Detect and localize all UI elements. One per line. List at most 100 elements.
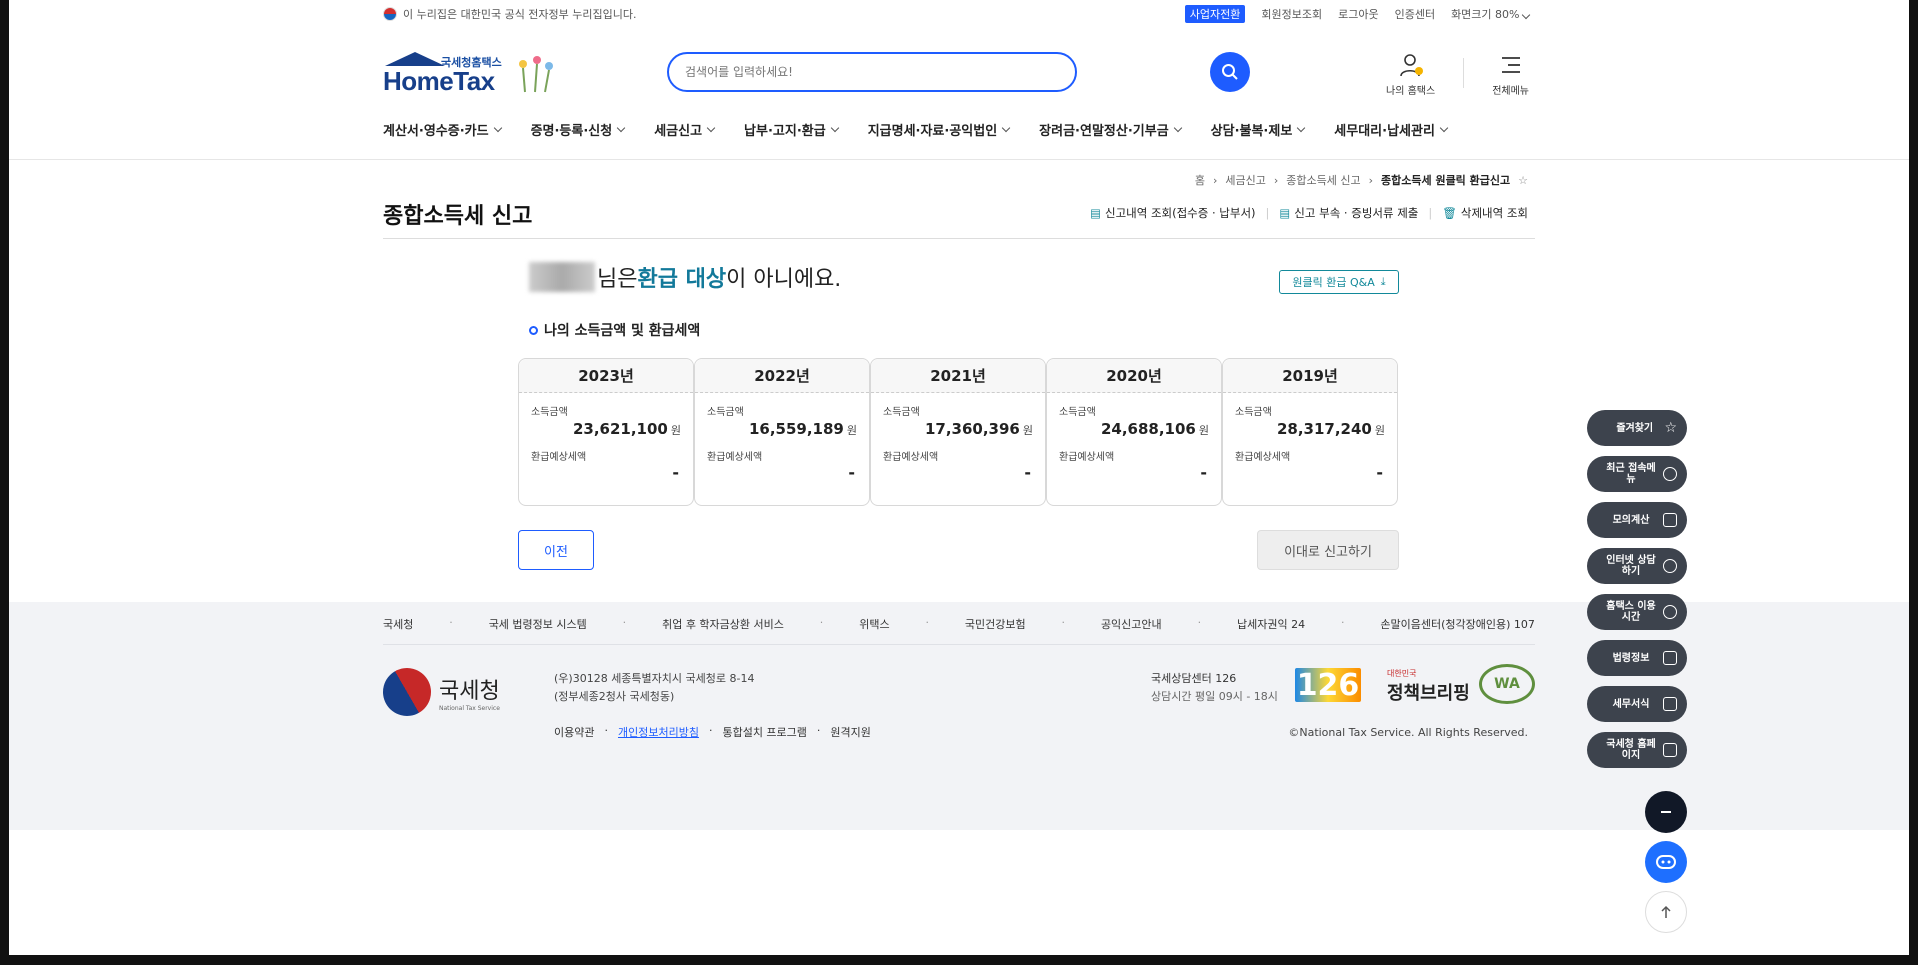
web-accessibility-badge: WA [1479, 664, 1535, 704]
gnb-item-incentive[interactable]: 장려금·연말정산·기부금 [1039, 120, 1182, 139]
policy-briefing-logo[interactable]: 대한민국 정책브리핑 [1387, 668, 1470, 705]
nts-name: 국세청 [439, 678, 500, 704]
refund-qa-button[interactable]: 원클릭 환급 Q&A ⤓ [1279, 270, 1399, 294]
terms-link[interactable]: 이용약관 [554, 724, 594, 740]
breadcrumb-l1[interactable]: 세금신고 [1225, 172, 1265, 188]
section-title: 나의 소득금액 및 환급세액 [529, 320, 700, 340]
deleted-history-label: 삭제내역 조회 [1460, 206, 1528, 220]
gnb-item-payment[interactable]: 납부·고지·환급 [744, 120, 839, 139]
report-history-link[interactable]: ▤ 신고내역 조회(접수증 · 납부서) [1090, 205, 1255, 221]
call-center-info: 국세상담센터 126 상담시간 평일 09시 - 18시 [1151, 670, 1278, 706]
scroll-top-button[interactable] [1645, 891, 1687, 933]
korea-flag-icon [383, 7, 397, 21]
policy-small: 대한민국 [1387, 669, 1417, 678]
gov-util-bar: 이 누리집은 대한민국 공식 전자정부 누리집입니다. 사업자전환 회원정보조회… [9, 0, 1909, 26]
footer-link[interactable]: 공익신고안내 [1101, 616, 1162, 632]
business-switch-button[interactable]: 사업자전환 [1184, 5, 1246, 23]
nts-logo: 국세청 National Tax Service [374, 659, 500, 725]
unit: 원 [1198, 424, 1209, 437]
income-amount: 28,317,240 [1276, 420, 1372, 438]
global-nav: 계산서·영수증·카드 증명·등록·신청 세금신고 납부·고지·환급 지급명세·자… [383, 120, 1449, 139]
quick-recent-button[interactable]: 최근 접속메뉴 [1587, 456, 1687, 492]
arrow-up-icon [1661, 905, 1671, 918]
favorite-star-icon[interactable]: ☆ [1518, 174, 1528, 187]
quick-forms-button[interactable]: 세무서식 [1587, 686, 1687, 722]
footer-link[interactable]: 위택스 [859, 616, 889, 632]
chatbot-icon [1656, 855, 1676, 869]
refund-label: 환급예상세액 [531, 452, 587, 463]
hometax-logo[interactable]: 국세청홈택스 HomeTax [383, 52, 563, 98]
report-history-label: 신고내역 조회(접수증 · 납부서) [1104, 206, 1256, 220]
search-box [667, 52, 1077, 92]
building-icon [1663, 743, 1677, 757]
divider: | [1265, 206, 1270, 220]
collapse-quick-menu-button[interactable] [1645, 791, 1687, 833]
logo-roof-icon [385, 52, 445, 66]
gnb-item-agent[interactable]: 세무대리·납세관리 [1334, 120, 1449, 139]
footer-link[interactable]: 납세자권익 24 [1237, 616, 1305, 632]
gnb-label: 상담·불복·제보 [1210, 124, 1293, 139]
privacy-link[interactable]: 개인정보처리방침 [618, 724, 699, 740]
quick-favorites-button[interactable]: 즐겨찾기 ☆ [1587, 410, 1687, 446]
year-card: 2020년 소득금액 24,688,106 원 환급예상세액 - [1046, 358, 1222, 506]
gnb-item-invoice[interactable]: 계산서·영수증·카드 [383, 120, 502, 139]
chevron-down-icon [830, 123, 839, 132]
submit-as-is-button[interactable]: 이대로 신고하기 [1257, 530, 1399, 570]
zoom-select[interactable]: 화면크기 80% [1451, 6, 1531, 22]
util-links: 사업자전환 회원정보조회 로그아웃 인증센터 화면크기 80% [1184, 5, 1531, 23]
search-button[interactable] [1210, 52, 1250, 92]
gnb-label: 세무대리·납세관리 [1334, 124, 1435, 139]
deleted-history-link[interactable]: 🗑 삭제내역 조회 [1442, 205, 1528, 221]
footer-link[interactable]: 국세청 [383, 616, 413, 632]
gnb-label: 계산서·영수증·카드 [383, 124, 489, 139]
qa-label: 원클릭 환급 Q&A [1292, 276, 1375, 289]
chevron-down-icon [1001, 123, 1011, 132]
page-title: 종합소득세 신고 [383, 204, 533, 229]
income-label: 소득금액 [531, 407, 568, 418]
trash-icon: 🗑 [1442, 206, 1457, 220]
breadcrumb-home[interactable]: 홈 [1195, 172, 1205, 188]
quick-calc-button[interactable]: 모의계산 [1587, 502, 1687, 538]
footer-link[interactable]: 국세 법령정보 시스템 [489, 616, 587, 632]
remote-link[interactable]: 원격지원 [830, 724, 870, 740]
gnb-item-statement[interactable]: 지급명세·자료·공익법인 [868, 120, 1011, 139]
prev-button[interactable]: 이전 [518, 530, 594, 570]
sep: · [622, 616, 627, 629]
year-card: 2021년 소득금액 17,360,396 원 환급예상세액 - [870, 358, 1046, 506]
footer-policy-links: 이용약관 · 개인정보처리방침 · 통합설치 프로그램 · 원격지원 [554, 724, 871, 740]
refund-label: 환급예상세액 [707, 452, 763, 463]
blurred-user-name [529, 262, 595, 292]
search-input[interactable] [685, 65, 1045, 79]
attach-docs-link[interactable]: ▤ 신고 부속 · 증빙서류 제출 [1279, 205, 1418, 221]
footer-link[interactable]: 손말이음센터(청각장애인용) 107 [1380, 616, 1535, 632]
quick-nts-home-button[interactable]: 국세청 홈페이지 [1587, 732, 1687, 768]
quick-label: 법령정보 [1612, 652, 1650, 664]
quick-label: 세무서식 [1612, 698, 1650, 710]
cert-center-link[interactable]: 인증센터 [1395, 6, 1435, 22]
install-link[interactable]: 통합설치 프로그램 [722, 724, 806, 740]
sep: · [1061, 616, 1066, 629]
calculator-icon [1663, 513, 1677, 527]
quick-law-button[interactable]: 법령정보 [1587, 640, 1687, 676]
sep: · [925, 616, 929, 629]
attach-docs-label: 신고 부속 · 증빙서류 제출 [1294, 206, 1419, 220]
gov-notice-text: 이 누리집은 대한민국 공식 전자정부 누리집입니다. [403, 8, 637, 21]
quick-consult-button[interactable]: 인터넷 상담하기 [1587, 548, 1687, 584]
footer-link[interactable]: 국민건강보험 [965, 616, 1026, 632]
chatbot-button[interactable] [1645, 841, 1687, 883]
call-center-hours: 상담시간 평일 09시 - 18시 [1151, 690, 1278, 703]
income-label: 소득금액 [707, 407, 744, 418]
breadcrumb-l2[interactable]: 종합소득세 신고 [1286, 172, 1360, 188]
quick-hours-button[interactable]: 홈택스 이용시간 [1587, 594, 1687, 630]
all-menu-button[interactable]: 전체메뉴 [1492, 52, 1529, 97]
gnb-item-certificate[interactable]: 증명·등록·신청 [531, 120, 626, 139]
member-info-link[interactable]: 회원정보조회 [1261, 6, 1322, 22]
gnb-item-consult[interactable]: 상담·불복·제보 [1210, 120, 1306, 139]
hamburger-icon [1501, 57, 1520, 73]
footer-link[interactable]: 취업 후 학자금상환 서비스 [662, 616, 784, 632]
address: (우)30128 세종특별자치시 국세청로 8-14 (정부세종2청사 국세청동… [554, 670, 754, 706]
logout-link[interactable]: 로그아웃 [1338, 6, 1378, 22]
gnb-item-tax-report[interactable]: 세금신고 [654, 120, 716, 139]
my-hometax-button[interactable]: 나의 홈택스 [1386, 52, 1435, 97]
hero-highlight: 환급 대상 [637, 267, 727, 292]
